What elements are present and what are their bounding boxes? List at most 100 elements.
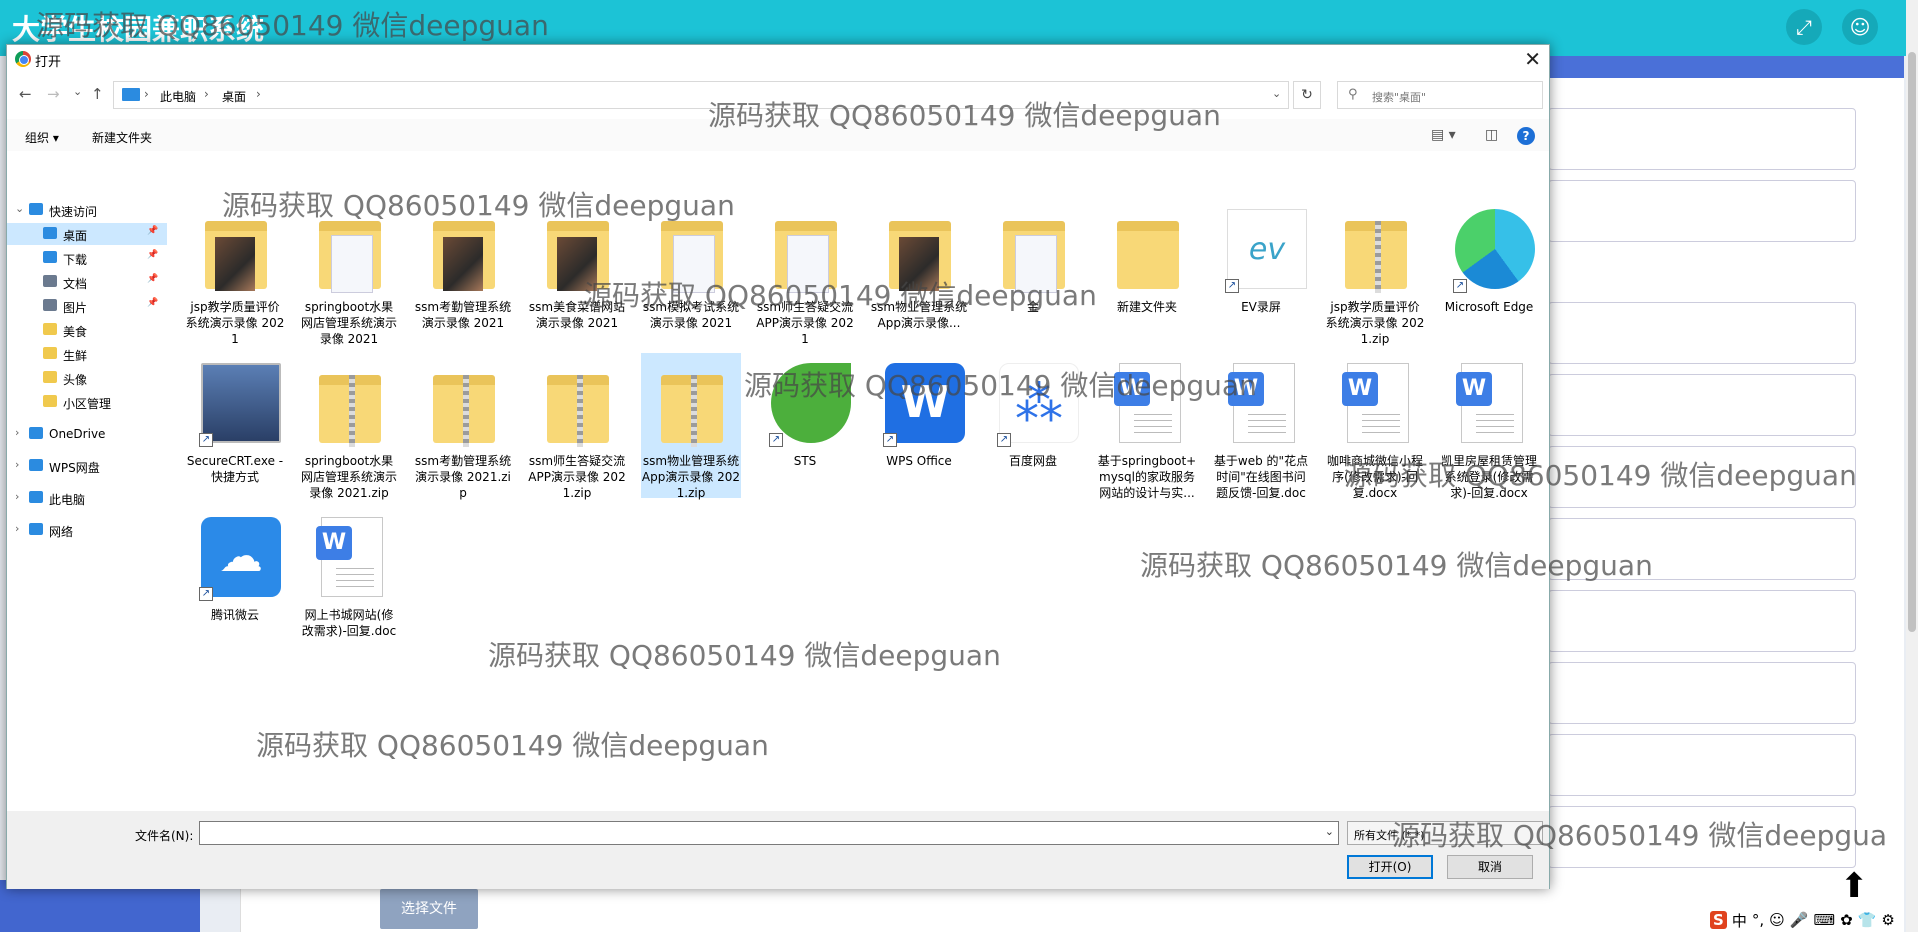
form-field[interactable] [1548, 590, 1856, 652]
file-item[interactable]: 金 [983, 199, 1083, 344]
pin-icon[interactable]: 📌 [147, 274, 158, 284]
keyboard-icon[interactable]: ⌨ [1813, 911, 1835, 929]
chevron-right-icon[interactable]: › [15, 458, 19, 471]
nav-item[interactable]: 图片 📌 [7, 295, 167, 317]
form-field[interactable] [1548, 734, 1856, 796]
word-document-icon [336, 568, 374, 590]
ime-lang[interactable]: 中 [1732, 910, 1747, 931]
nav-item[interactable]: ⌄ 快速访问 [7, 199, 167, 221]
nav-item[interactable]: 桌面 📌 [7, 223, 167, 245]
chevron-down-icon[interactable]: ⌄ [15, 202, 24, 215]
emoji-icon[interactable]: ☺ [1769, 911, 1785, 929]
chevron-down-icon[interactable]: ⌄ [1325, 825, 1334, 838]
file-item[interactable]: ev ↗ EV录屏 [1211, 199, 1311, 344]
back-icon[interactable]: ← [19, 85, 32, 103]
chevron-right-icon[interactable]: › [15, 426, 19, 439]
shortcut-arrow-icon: ↗ [1225, 279, 1239, 293]
recent-dropdown-icon[interactable]: ⌄ [73, 85, 82, 98]
file-name: Microsoft Edge [1444, 300, 1534, 314]
skin-icon[interactable]: ✿ [1840, 911, 1853, 929]
mic-icon[interactable]: 🎤 [1790, 911, 1809, 929]
nav-item[interactable]: 文档 📌 [7, 271, 167, 293]
file-item[interactable]: W 网上书城网站(修改需求)-回复.doc [299, 507, 399, 652]
pin-icon[interactable]: 📌 [147, 226, 158, 236]
file-item[interactable]: 新建文件夹 [1097, 199, 1197, 344]
file-item[interactable]: ssm物业管理系统App演示录像 2021.zip [641, 353, 741, 500]
file-item[interactable]: jsp教学质量评价系统演示录像 2021.zip [1325, 199, 1425, 346]
word-document-icon: W [316, 517, 383, 597]
watermark: 源码获取 QQ86050149 微信deepguan [36, 9, 549, 42]
network-icon [29, 523, 43, 535]
file-item[interactable]: ☁ ↗ 腾讯微云 [185, 507, 285, 652]
file-item[interactable]: ssm物业管理系统App演示录像... [869, 199, 969, 344]
shirt-icon[interactable]: 👕 [1858, 911, 1877, 929]
page-scrollbar-thumb[interactable] [1908, 52, 1916, 632]
folder-icon [205, 221, 267, 291]
nav-item-label: OneDrive [49, 427, 106, 441]
user-icon[interactable]: ☺ [1842, 9, 1878, 45]
nav-item[interactable]: 生鲜 [7, 343, 167, 365]
securecrt-icon [201, 363, 281, 443]
file-item[interactable]: ↗ Microsoft Edge [1439, 199, 1539, 344]
form-field[interactable] [1548, 662, 1856, 724]
nav-item[interactable]: 小区管理 [7, 391, 167, 413]
open-button[interactable]: 打开(O) [1347, 855, 1433, 879]
close-icon[interactable]: ✕ [1524, 47, 1541, 71]
nav-item[interactable]: › 此电脑 [7, 487, 167, 509]
punct-icon[interactable]: °, [1752, 911, 1764, 929]
form-field[interactable] [1548, 108, 1856, 170]
pin-icon[interactable]: 📌 [147, 250, 158, 260]
chevron-right-icon[interactable]: › [15, 490, 19, 503]
file-name: ssm师生答疑交流APP演示录像 2021.zip [528, 454, 626, 500]
sogou-icon[interactable]: S [1710, 911, 1727, 929]
form-field[interactable] [1548, 180, 1856, 242]
chevron-right-icon[interactable]: › [204, 87, 209, 101]
organize-menu[interactable]: 组织 ▾ [25, 129, 59, 146]
nav-item[interactable]: 美食 [7, 319, 167, 341]
chevron-right-icon[interactable]: › [144, 87, 149, 101]
forward-icon[interactable]: → [47, 85, 60, 103]
nav-item[interactable]: › 网络 [7, 519, 167, 541]
chevron-right-icon[interactable]: › [15, 522, 19, 535]
file-name: WPS Office [886, 454, 952, 468]
pin-icon[interactable]: 📌 [147, 298, 158, 308]
file-item[interactable]: ssm考勤管理系统演示录像 2021.zip [413, 353, 513, 500]
filename-input[interactable]: ⌄ [199, 821, 1339, 845]
up-icon[interactable]: ↑ [91, 85, 104, 103]
upload-icon[interactable]: ⬆ [1840, 866, 1869, 906]
choose-file-button[interactable]: 选择文件 [380, 889, 478, 929]
chevron-right-icon[interactable]: › [256, 87, 261, 101]
nav-item[interactable]: 头像 [7, 367, 167, 389]
breadcrumb-item[interactable]: 此电脑 [160, 88, 196, 105]
file-item[interactable]: ↗ SecureCRT.exe - 快捷方式 [185, 353, 285, 498]
folder-icon [319, 221, 381, 293]
file-item[interactable]: springboot水果网店管理系统演示录像 2021.zip [299, 353, 399, 500]
zip-folder-icon [425, 357, 501, 447]
form-field[interactable] [1548, 374, 1856, 436]
cancel-button[interactable]: 取消 [1447, 855, 1533, 879]
new-folder-button[interactable]: 新建文件夹 [92, 129, 152, 146]
folder-icon [43, 395, 57, 407]
nav-item[interactable]: › OneDrive [7, 423, 167, 445]
nav-item-label: 生鲜 [63, 349, 88, 363]
settings-icon[interactable]: ⚙ [1881, 911, 1894, 929]
help-icon[interactable]: ? [1517, 127, 1535, 145]
folder-icon [43, 323, 57, 335]
nav-item[interactable]: 下载 📌 [7, 247, 167, 269]
nav-item[interactable]: › WPS网盘 [7, 455, 167, 477]
search-icon: ⚲ [1348, 87, 1358, 102]
refresh-button[interactable]: ↻ [1293, 81, 1321, 109]
file-name: 基于springboot+mysql的家政服务网站的设计与实... [1097, 454, 1197, 500]
shortcut-arrow-icon: ↗ [199, 433, 213, 447]
fullscreen-icon[interactable]: ⤢ [1786, 9, 1822, 45]
view-options-icon[interactable]: ▤ ▾ [1431, 127, 1456, 143]
search-input[interactable]: ⚲ 搜索"桌面" [1337, 81, 1543, 109]
preview-pane-icon[interactable]: ◫ [1485, 127, 1498, 143]
form-field[interactable] [1548, 302, 1856, 364]
chevron-down-icon[interactable]: ⌄ [1272, 87, 1281, 100]
file-item[interactable]: ssm师生答疑交流APP演示录像 2021 [755, 199, 855, 346]
breadcrumb-item[interactable]: 桌面 [222, 88, 246, 105]
ime-tray[interactable]: S 中 °, ☺ 🎤 ⌨ ✿ 👕 ⚙ [1710, 908, 1895, 932]
shortcut-arrow-icon: ↗ [199, 587, 213, 601]
file-item[interactable]: ssm师生答疑交流APP演示录像 2021.zip [527, 353, 627, 500]
